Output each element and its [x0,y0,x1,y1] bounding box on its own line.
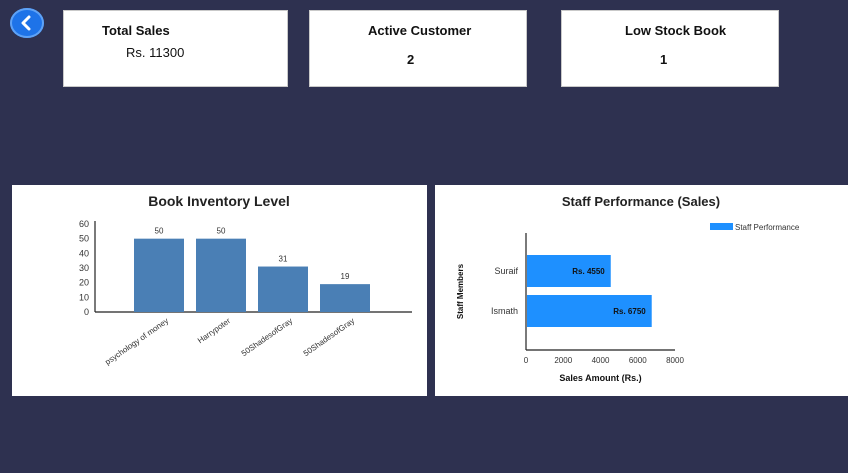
total-sales-card: Total Sales Rs. 11300 [63,10,288,87]
legend-swatch [710,223,733,230]
y-tick-label: 30 [79,263,89,273]
bar-data-label: 31 [279,255,288,264]
y-tick-label: 40 [79,248,89,258]
bar-data-label: 50 [217,227,226,236]
card-value: 1 [660,52,668,67]
x-tick-label: 50ShadesofGray [302,316,356,358]
y-tick-label: 10 [79,292,89,302]
y-axis-label: Staff Members [456,263,465,319]
card-title: Active Customer [368,23,472,38]
y-tick-label: Ismath [491,306,518,316]
staff-chart-panel: Staff Performance (Sales) Staff Performan… [435,185,848,396]
card-title: Total Sales [102,23,170,38]
y-tick-label: 0 [84,307,89,317]
y-tick-label: 60 [79,219,89,229]
x-tick-label: 50ShadesofGray [240,316,294,358]
y-tick-label: Suraif [494,266,518,276]
x-tick-label: 2000 [554,356,572,365]
card-value: Rs. 11300 [126,45,185,60]
bar [196,238,246,312]
y-tick-label: 20 [79,278,89,288]
bar [258,266,308,312]
back-button[interactable] [10,8,44,38]
card-value: 2 [407,52,415,67]
inventory-bar-chart: Book Inventory Level 0 10 20 30 40 50 60 50 psych… [79,193,412,367]
x-tick-label: psychology of money [103,316,170,366]
bar-data-label: Rs. 4550 [572,267,605,276]
x-tick-label: 4000 [592,356,610,365]
chevron-left-icon [21,15,31,31]
bar-data-label: 19 [341,272,350,281]
staff-performance-chart: Staff Performance (Sales) Staff Performan… [456,194,800,383]
bar [320,284,370,312]
x-tick-label: 0 [524,356,529,365]
low-stock-book-card: Low Stock Book 1 [561,10,779,87]
x-tick-label: Harrypoter [196,316,232,345]
chart-title: Staff Performance (Sales) [562,194,720,209]
chart-title: Book Inventory Level [148,193,290,209]
legend-label: Staff Performance [735,223,800,232]
x-tick-label: 6000 [629,356,647,365]
bar-data-label: 50 [155,227,164,236]
x-tick-label: 8000 [666,356,684,365]
bar-data-label: Rs. 6750 [613,307,646,316]
inventory-chart-panel: Book Inventory Level 0 10 20 30 40 50 60 50 psych… [12,185,427,396]
bar [134,238,184,312]
active-customer-card: Active Customer 2 [309,10,527,87]
card-title: Low Stock Book [625,23,727,38]
y-tick-label: 50 [79,234,89,244]
x-axis-label: Sales Amount (Rs.) [559,373,641,383]
